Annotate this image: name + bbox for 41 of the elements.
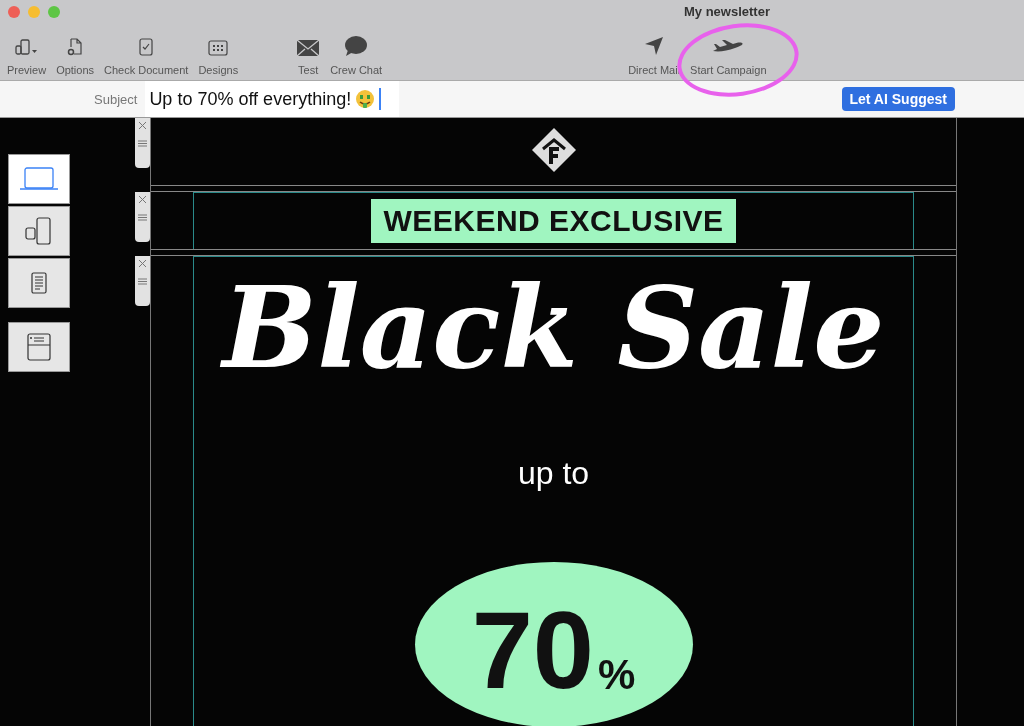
toolbar-button[interactable]: Check Document [101, 30, 192, 76]
paper-plane-icon [643, 35, 666, 57]
close-icon [138, 121, 147, 130]
percent-sign: % [598, 650, 636, 699]
grid-icon [207, 39, 230, 57]
devices-icon [13, 37, 40, 57]
drag-handle-icon [138, 213, 147, 221]
close-button[interactable] [8, 6, 20, 18]
view-mode-button[interactable] [8, 206, 70, 256]
toolbar-button[interactable]: Options [53, 30, 98, 76]
text-document-icon [30, 271, 48, 295]
laptop-icon [19, 166, 59, 192]
subject-field[interactable]: Up to 70% off everything! [145, 81, 400, 117]
drag-handle-icon [138, 140, 147, 147]
view-mode-button[interactable] [8, 154, 70, 204]
toolbar-button[interactable]: Start Campaign [687, 30, 770, 76]
view-mode-button[interactable] [8, 322, 70, 372]
envelope-icon [296, 39, 321, 57]
block-handle[interactable] [135, 118, 150, 168]
toolbar-button[interactable]: Test [293, 30, 324, 76]
block-handle[interactable] [135, 191, 150, 242]
toolbar-button[interactable]: Designs [195, 30, 242, 76]
promo-badge: WEEKEND EXCLUSIVE [371, 198, 736, 243]
speech-bubble-icon [344, 35, 369, 57]
discount-number: 70 [471, 587, 594, 713]
close-icon [138, 259, 147, 268]
window-title: My newsletter [684, 4, 770, 19]
block-handle[interactable] [135, 256, 150, 306]
document-check-icon [138, 37, 155, 57]
close-icon [138, 194, 147, 204]
toolbar-button[interactable]: Preview [4, 30, 50, 76]
money-face-icon [355, 89, 376, 109]
email-preview-icon [26, 332, 52, 362]
logo-icon [530, 126, 577, 173]
view-mode-button[interactable] [8, 258, 70, 308]
subheading: up to [517, 455, 590, 492]
sale-headline: Black Sale [222, 263, 885, 393]
subject-label: Subject [94, 91, 138, 107]
ai-suggest-button[interactable]: Let AI Suggest [841, 87, 955, 111]
drag-handle-icon [138, 278, 147, 285]
toolbar-button[interactable]: Crew Chat [327, 30, 386, 76]
